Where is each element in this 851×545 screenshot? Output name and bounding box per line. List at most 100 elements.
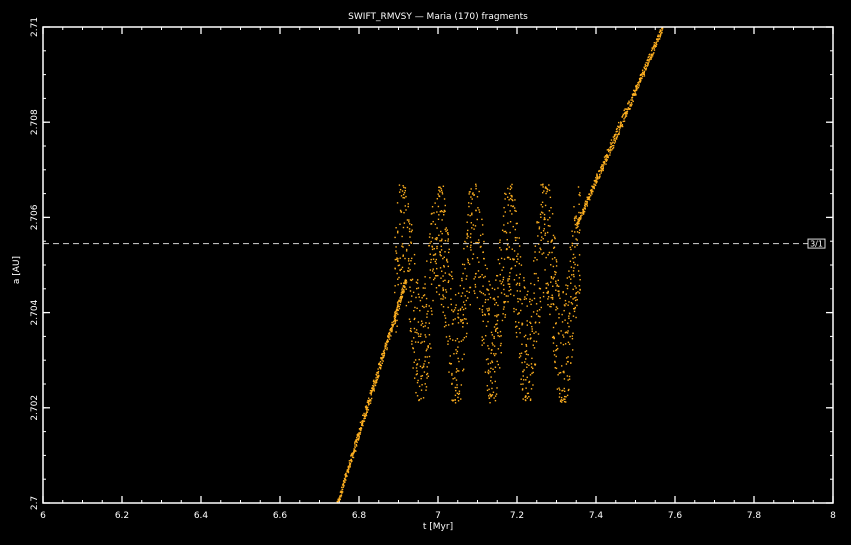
data-point [508, 289, 510, 292]
data-point [621, 124, 624, 126]
data-point [535, 340, 538, 343]
data-point [575, 227, 577, 229]
data-point [579, 229, 581, 231]
data-point [436, 247, 438, 250]
data-point [401, 288, 403, 291]
data-point [529, 300, 531, 303]
data-point [463, 247, 465, 250]
data-point [526, 320, 528, 322]
data-point [384, 347, 387, 350]
data-point [572, 332, 574, 334]
data-point [350, 459, 353, 461]
data-point [448, 248, 450, 251]
data-point [454, 318, 456, 320]
data-point [567, 285, 569, 287]
data-point [453, 353, 455, 355]
data-point [418, 358, 420, 361]
data-point [571, 356, 573, 358]
data-point [539, 288, 542, 290]
data-point [594, 184, 597, 187]
data-point [502, 308, 505, 310]
data-point [515, 274, 518, 276]
data-point [415, 391, 417, 394]
data-point [550, 264, 552, 266]
data-point [499, 280, 501, 282]
data-point [489, 296, 492, 299]
data-point [493, 345, 496, 347]
data-point [429, 276, 431, 279]
data-point [536, 313, 538, 315]
data-point [542, 252, 545, 254]
data-point [563, 378, 566, 380]
data-point [396, 325, 398, 327]
data-point [379, 368, 382, 370]
data-point [530, 388, 533, 390]
data-point [651, 48, 654, 50]
data-point [458, 390, 461, 392]
data-point [352, 456, 355, 459]
data-point [549, 225, 551, 227]
data-point [507, 301, 509, 303]
data-point [394, 291, 396, 294]
data-point [427, 345, 429, 347]
data-point [521, 388, 524, 390]
data-point [455, 371, 458, 373]
data-point [488, 309, 490, 311]
data-point [481, 274, 483, 276]
data-point [529, 374, 532, 376]
data-point [533, 332, 535, 334]
data-point [578, 254, 581, 256]
data-point [518, 321, 520, 324]
data-point [562, 343, 565, 346]
data-point [423, 363, 425, 365]
data-point [552, 350, 555, 352]
data-point [511, 248, 513, 250]
data-point [497, 335, 499, 337]
data-point [489, 394, 492, 396]
data-point [519, 353, 521, 355]
data-point [616, 130, 618, 133]
data-point [514, 239, 517, 242]
data-point [347, 467, 350, 470]
data-point [482, 285, 484, 287]
data-point [518, 262, 521, 265]
data-point [534, 363, 537, 366]
data-point [443, 256, 445, 258]
data-point [457, 393, 460, 396]
data-point [624, 116, 626, 119]
data-point [499, 241, 501, 244]
data-point [567, 341, 570, 344]
data-point [525, 353, 528, 355]
data-point [526, 366, 528, 368]
data-point [529, 298, 531, 300]
data-point [448, 335, 451, 338]
data-point [551, 294, 553, 296]
data-point [402, 193, 405, 196]
data-point [484, 301, 486, 304]
data-point [411, 257, 413, 260]
data-point [510, 187, 513, 189]
data-point [542, 238, 544, 240]
data-point [432, 220, 434, 223]
data-point [661, 29, 663, 31]
data-point [570, 296, 572, 298]
data-point [593, 187, 595, 190]
data-point [543, 217, 546, 219]
data-point [533, 260, 535, 262]
y-tick-label: 2.706 [30, 204, 40, 230]
data-point [630, 99, 632, 101]
data-point [399, 257, 401, 259]
x-tick-label: 6 [40, 511, 46, 521]
data-point [421, 322, 424, 325]
data-point [565, 303, 567, 305]
overlay: 3/1 [43, 238, 826, 249]
x-tick-label: 6.2 [115, 511, 129, 521]
data-point [419, 335, 422, 338]
data-point [544, 232, 547, 234]
data-point [389, 333, 391, 336]
data-point [499, 344, 502, 347]
data-point [658, 38, 661, 40]
data-point [435, 238, 438, 241]
data-point [452, 378, 454, 380]
data-point [564, 343, 567, 345]
